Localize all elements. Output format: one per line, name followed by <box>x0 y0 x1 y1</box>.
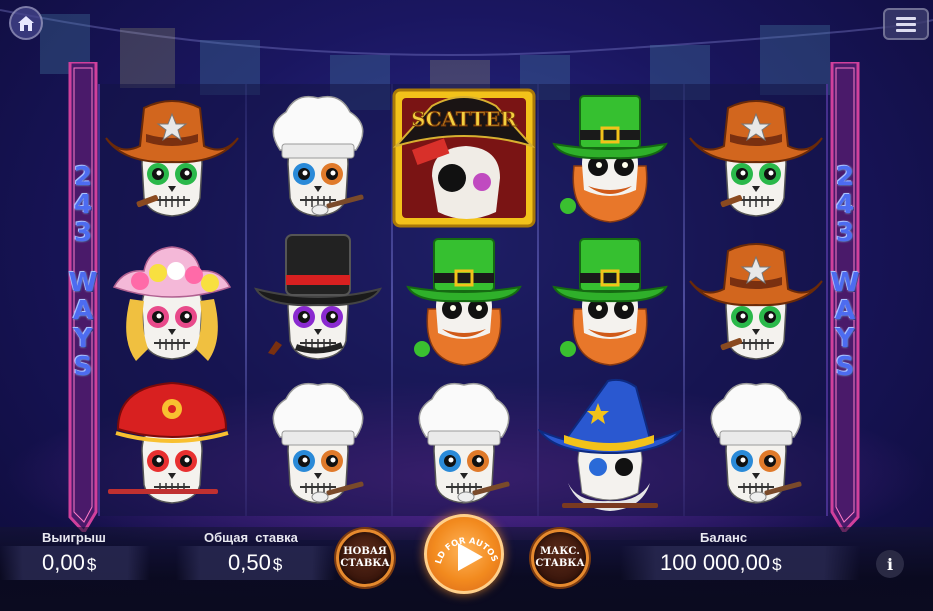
cowboy-skull-icon <box>689 243 823 360</box>
svg-text:SCATTER: SCATTER <box>411 107 517 131</box>
max-bet-button[interactable]: МАКС. СТАВКА <box>531 529 589 587</box>
spin-button[interactable]: HOLD FOR AUTOSPIN <box>424 514 504 594</box>
new-bet-label-line2: СТАВКА <box>340 558 390 569</box>
chef-skull-icon <box>272 382 364 504</box>
ways-word: WAYS <box>830 268 860 380</box>
chef-skull-icon <box>418 382 510 504</box>
bet-label: Общая ставка <box>204 530 298 545</box>
reel-symbol-chef-skull <box>392 373 536 517</box>
bet-currency: $ <box>272 555 283 574</box>
beret-skull-icon <box>108 381 229 504</box>
balance-currency: $ <box>772 555 782 574</box>
reel-symbol-cowboy-skull <box>684 229 828 373</box>
chef-skull-icon <box>272 95 364 217</box>
menu-button[interactable] <box>883 8 929 40</box>
reel-symbol-beret-skull <box>100 373 244 517</box>
leprechaun-skull-icon <box>406 238 522 366</box>
leprechaun-skull-icon <box>552 95 668 223</box>
balance-value: 100 000,00 $ <box>660 550 782 576</box>
reel-symbol-cowboy-skull <box>100 86 244 230</box>
reel-symbol-leprechaun-skull <box>392 229 536 373</box>
bet-value: 0,50 $ <box>228 550 282 576</box>
reel-symbol-leprechaun-skull <box>538 86 682 230</box>
win-value: 0,00 $ <box>42 550 96 576</box>
home-button[interactable] <box>9 6 43 40</box>
ways-count-digit: 243 <box>68 162 98 246</box>
max-bet-label-line2: СТАВКА <box>535 558 585 569</box>
max-bet-label-line1: МАКС. <box>540 546 580 557</box>
ways-banner-left: 243 WAYS <box>66 62 100 532</box>
reel-symbol-chef-skull <box>246 86 390 230</box>
reel-symbol-flower-skull <box>100 229 244 373</box>
ways-word: WAYS <box>68 268 98 380</box>
reel-symbol-tophat-skull <box>246 229 390 373</box>
ways-banner-right: 243 WAYS <box>828 62 862 532</box>
reel-symbol-cowboy-skull <box>684 86 828 230</box>
leprechaun-skull-icon <box>552 238 668 366</box>
reel-symbol-wizard-skull <box>537 373 683 517</box>
reel-grid[interactable]: SCATTER <box>98 84 828 516</box>
info-button[interactable]: i <box>876 550 904 578</box>
chef-skull-icon <box>710 382 802 504</box>
cowboy-skull-icon <box>689 100 823 217</box>
balance-amount: 100 000,00 <box>660 550 771 575</box>
tophat-skull-icon <box>253 234 383 360</box>
reel-symbol-leprechaun-skull <box>538 229 682 373</box>
balance-label: Баланс <box>700 530 748 545</box>
new-bet-label-line1: НОВАЯ <box>343 546 387 557</box>
flower-skull-icon <box>112 246 232 361</box>
win-currency: $ <box>86 555 97 574</box>
reel-symbol-chef-skull <box>246 373 390 517</box>
new-bet-button[interactable]: НОВАЯ СТАВКА <box>336 529 394 587</box>
reel-symbol-chef-skull <box>684 373 828 517</box>
win-label: Выигрыш <box>42 530 106 545</box>
bet-amount: 0,50 <box>228 550 271 575</box>
win-amount: 0,00 <box>42 550 85 575</box>
cowboy-skull-icon <box>105 100 239 217</box>
home-icon <box>18 16 34 31</box>
scatter-icon: SCATTER <box>392 88 536 228</box>
wizard-skull-icon <box>537 378 683 511</box>
ways-count-digit: 243 <box>830 162 860 246</box>
reel-symbol-scatter: SCATTER <box>392 86 536 230</box>
info-icon: i <box>886 554 894 574</box>
hamburger-icon <box>896 17 916 32</box>
